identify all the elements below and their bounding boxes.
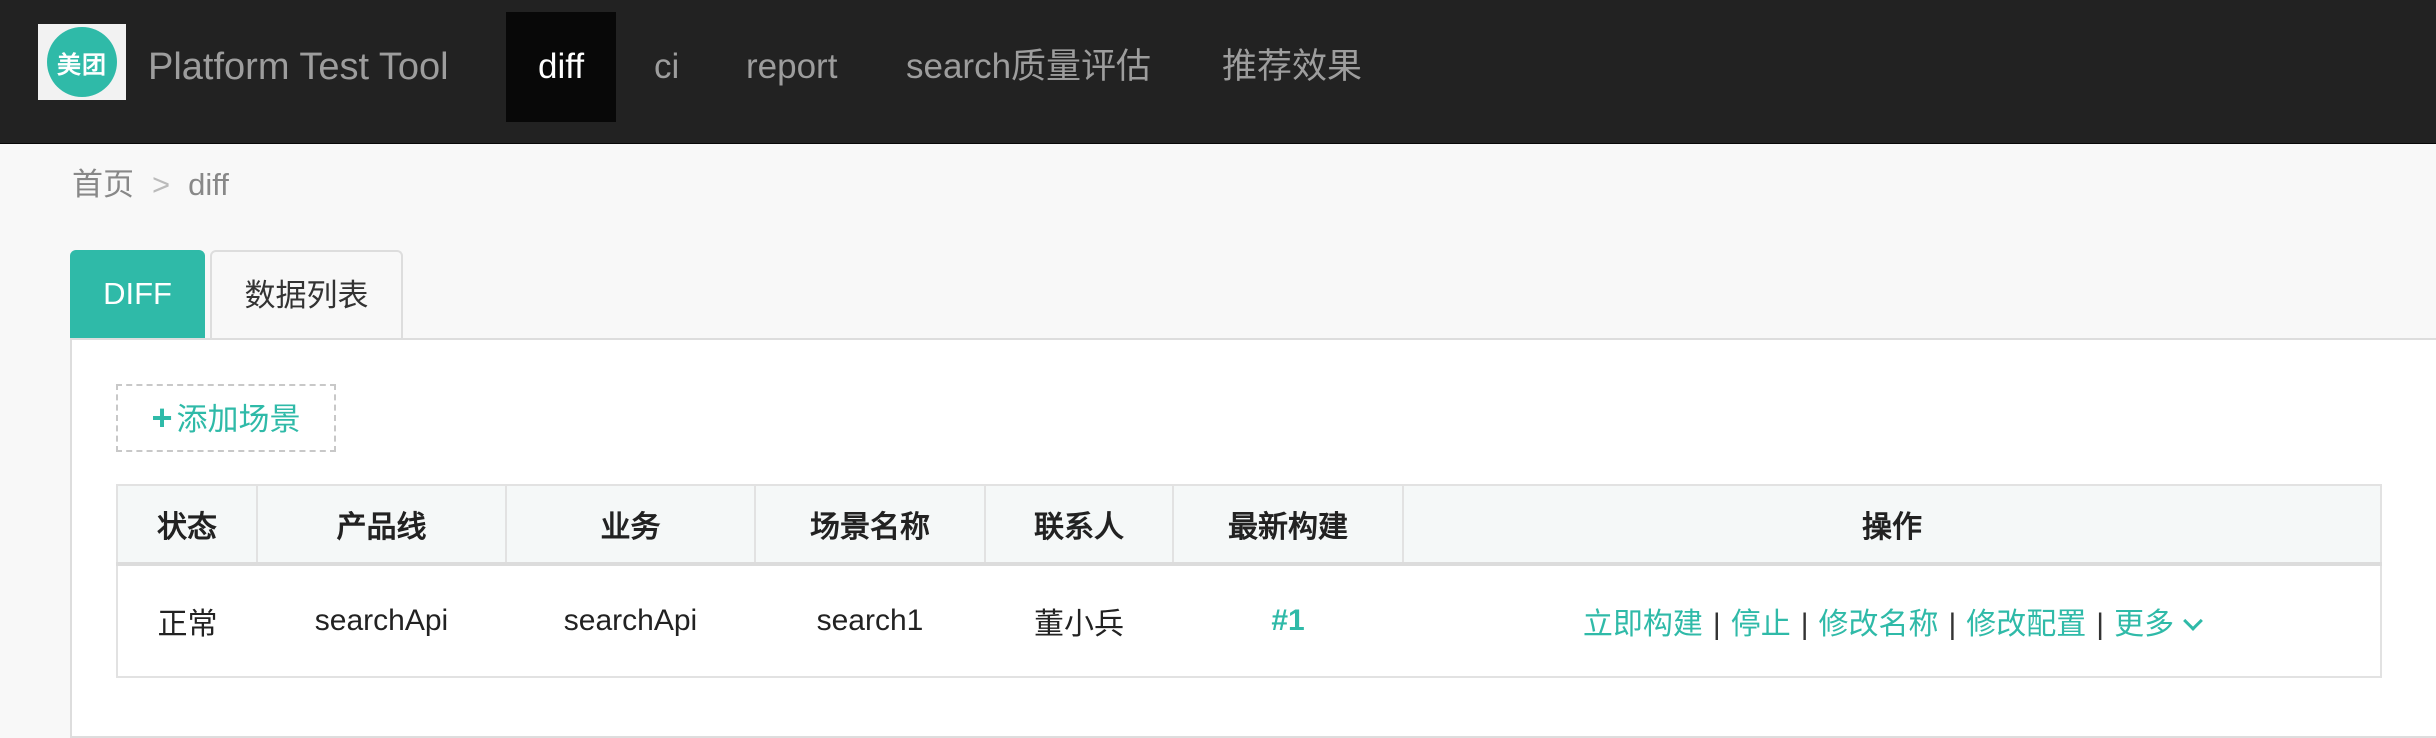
logo[interactable]: 美团 bbox=[38, 24, 126, 100]
table-row: 正常 searchApi searchApi search1 董小兵 #1 立即… bbox=[116, 564, 2382, 678]
plus-icon: + bbox=[151, 397, 173, 438]
tab-data-list[interactable]: 数据列表 bbox=[210, 250, 403, 338]
rename-link[interactable]: 修改名称 bbox=[1819, 608, 1939, 641]
business-cell: searchApi bbox=[506, 564, 755, 678]
nav-item-report[interactable]: report bbox=[714, 12, 869, 122]
header-contact: 联系人 bbox=[984, 484, 1174, 566]
add-scene-button[interactable]: + 添加场景 bbox=[116, 384, 336, 452]
scene-table: 状态 产品线 业务 场景名称 联系人 最新构建 操作 正常 searchApi … bbox=[116, 484, 2382, 678]
nav-item-recommend-effect[interactable]: 推荐效果 bbox=[1190, 12, 1394, 122]
nav-item-search-quality[interactable]: search质量评估 bbox=[874, 12, 1183, 122]
action-separator: | bbox=[1948, 608, 1957, 641]
table-header-row: 状态 产品线 业务 场景名称 联系人 最新构建 操作 bbox=[116, 484, 2382, 566]
breadcrumb-current: diff bbox=[188, 167, 229, 202]
nav-item-diff[interactable]: diff bbox=[506, 12, 617, 122]
header-product-line: 产品线 bbox=[256, 484, 507, 566]
action-separator: | bbox=[1800, 608, 1809, 641]
scene-name-cell: search1 bbox=[755, 564, 985, 678]
edit-config-link[interactable]: 修改配置 bbox=[1966, 608, 2086, 641]
actions-cell: 立即构建 | 停止 | 修改名称 | 修改配置 | 更多 bbox=[1403, 564, 2382, 678]
brand-title[interactable]: Platform Test Tool bbox=[148, 0, 449, 135]
action-separator: | bbox=[1712, 608, 1721, 641]
breadcrumb-separator: > bbox=[152, 167, 171, 202]
product-line-cell: searchApi bbox=[257, 564, 506, 678]
tab-diff[interactable]: DIFF bbox=[70, 250, 205, 338]
stop-link[interactable]: 停止 bbox=[1731, 608, 1791, 641]
header-latest-build: 最新构建 bbox=[1172, 484, 1404, 566]
status-cell: 正常 bbox=[116, 564, 257, 678]
latest-build-link[interactable]: #1 bbox=[1271, 604, 1304, 637]
breadcrumb-home[interactable]: 首页 bbox=[72, 167, 134, 202]
header-business: 业务 bbox=[505, 484, 756, 566]
action-separator: | bbox=[2096, 608, 2105, 641]
meituan-logo-icon: 美团 bbox=[47, 27, 117, 97]
contact-cell: 董小兵 bbox=[985, 564, 1173, 678]
latest-build-cell: #1 bbox=[1173, 564, 1403, 678]
nav-item-ci[interactable]: ci bbox=[622, 12, 711, 122]
top-navbar: 美团 Platform Test Tool diff ci report sea… bbox=[0, 0, 2436, 144]
build-now-link[interactable]: 立即构建 bbox=[1583, 608, 1703, 641]
header-status: 状态 bbox=[116, 484, 258, 566]
chevron-down-icon bbox=[2183, 611, 2203, 631]
add-scene-label: 添加场景 bbox=[176, 402, 301, 437]
breadcrumb: 首页 > diff bbox=[72, 160, 229, 210]
header-actions: 操作 bbox=[1402, 484, 2382, 566]
more-dropdown[interactable]: 更多 bbox=[2114, 608, 2203, 641]
more-label: 更多 bbox=[2114, 608, 2175, 641]
header-scene-name: 场景名称 bbox=[754, 484, 986, 566]
